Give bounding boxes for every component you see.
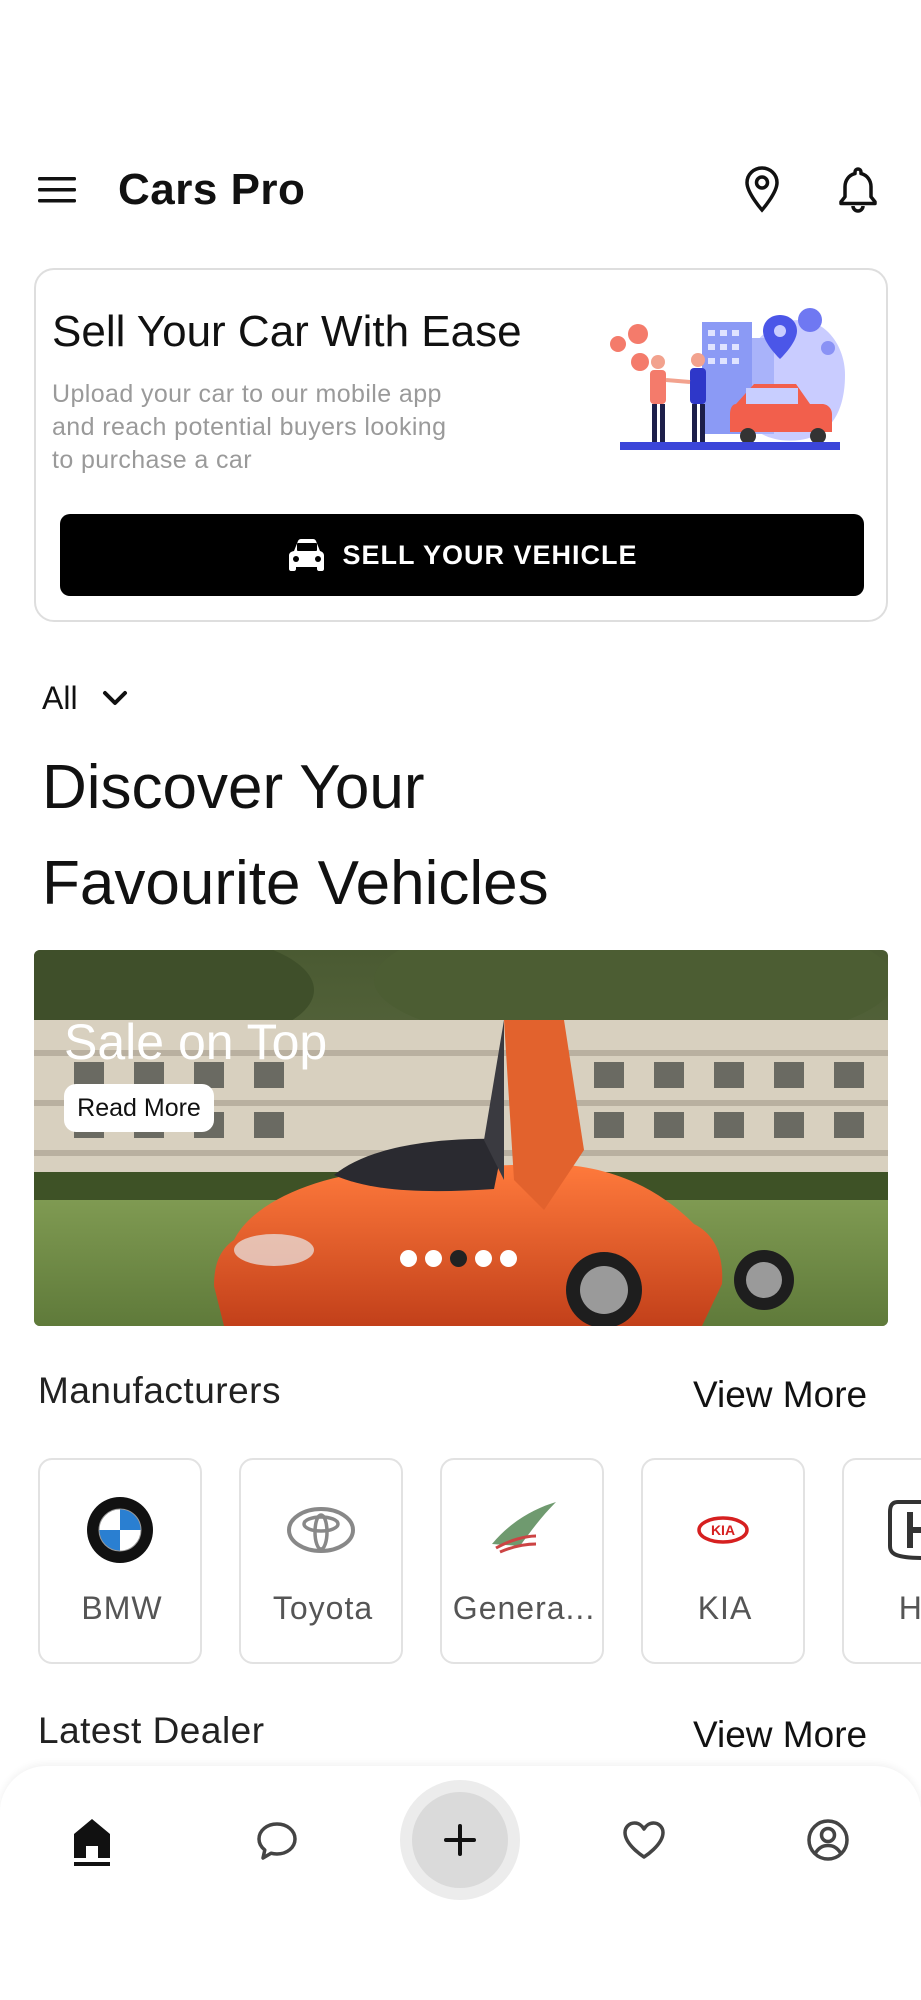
add-listing-button[interactable] [400, 1780, 520, 1900]
filter-selected-value: All [42, 680, 78, 716]
manufacturer-card-bmw[interactable]: BMW [38, 1458, 202, 1664]
sell-vehicle-label: SELL YOUR VEHICLE [342, 539, 638, 570]
manufacturer-name: Genera... [452, 1590, 596, 1626]
nav-home[interactable] [62, 1810, 122, 1870]
carousel-dot[interactable] [425, 1250, 442, 1267]
manufacturers-list: BMW Toyota Genera... KIA KIA Hor [38, 1458, 921, 1668]
app-title: Cars Pro [118, 165, 306, 214]
banner-title: Sale on Top [64, 1014, 328, 1070]
toyota-logo [287, 1507, 355, 1553]
chat-icon [257, 1822, 297, 1860]
carousel-dot[interactable] [500, 1250, 517, 1267]
manufacturer-card-general[interactable]: Genera... [440, 1458, 604, 1664]
location-button[interactable] [740, 164, 784, 214]
general-logo [492, 1502, 556, 1554]
discover-heading-line1: Discover Your [42, 753, 425, 822]
carousel-dot[interactable] [475, 1250, 492, 1267]
manufacturer-card-kia[interactable]: KIA KIA [641, 1458, 805, 1664]
notifications-button[interactable] [836, 164, 880, 214]
category-filter-dropdown[interactable]: All [42, 676, 130, 720]
kia-logo: KIA [697, 1516, 749, 1544]
manufacturer-name: Toyota [272, 1590, 374, 1626]
sell-card-description: Upload your car to our mobile app and re… [52, 380, 447, 474]
manufacturer-name: BMW [81, 1590, 163, 1626]
manufacturer-name: Hor [898, 1590, 921, 1626]
menu-button[interactable] [36, 168, 80, 212]
latest-dealer-view-more-link[interactable]: View More [693, 1714, 867, 1756]
chevron-down-icon [102, 691, 127, 705]
plus-icon [444, 1824, 476, 1856]
carousel-dot[interactable] [400, 1250, 417, 1267]
promo-banner[interactable] [34, 950, 888, 1326]
honda-logo [888, 1500, 921, 1560]
discover-heading-line2: Favourite Vehicles [42, 849, 549, 918]
menu-icon [38, 177, 76, 203]
manufacturer-name: KIA [697, 1590, 753, 1626]
carousel-dot-active[interactable] [450, 1250, 467, 1267]
discover-heading: Discover Your Favourite Vehicles [42, 740, 742, 932]
sell-vehicle-button[interactable]: SELL YOUR VEHICLE [60, 514, 864, 596]
nav-favorites[interactable] [614, 1810, 674, 1870]
nav-chat[interactable] [247, 1810, 307, 1870]
heart-icon [623, 1821, 665, 1859]
home-icon [74, 1819, 110, 1866]
nav-profile[interactable] [798, 1810, 858, 1870]
manufacturers-view-more-link[interactable]: View More [693, 1374, 867, 1416]
manufacturer-card-toyota[interactable]: Toyota [239, 1458, 403, 1664]
bell-icon [839, 167, 877, 213]
svg-text:KIA: KIA [711, 1522, 735, 1538]
bmw-logo [87, 1497, 153, 1563]
manufacturers-title: Manufacturers [38, 1370, 281, 1411]
user-circle-icon [807, 1819, 849, 1861]
banner-car-photo [34, 950, 888, 1326]
manufacturer-card-honda[interactable]: Hor [842, 1458, 921, 1664]
car-icon [289, 539, 325, 571]
sell-car-illustration [600, 300, 860, 465]
latest-dealer-title: Latest Dealer [38, 1710, 265, 1751]
sell-card-title: Sell Your Car With Ease [52, 307, 522, 356]
location-pin-icon [745, 166, 779, 213]
read-more-button[interactable]: Read More [64, 1084, 214, 1132]
carousel-indicator [400, 1250, 517, 1267]
